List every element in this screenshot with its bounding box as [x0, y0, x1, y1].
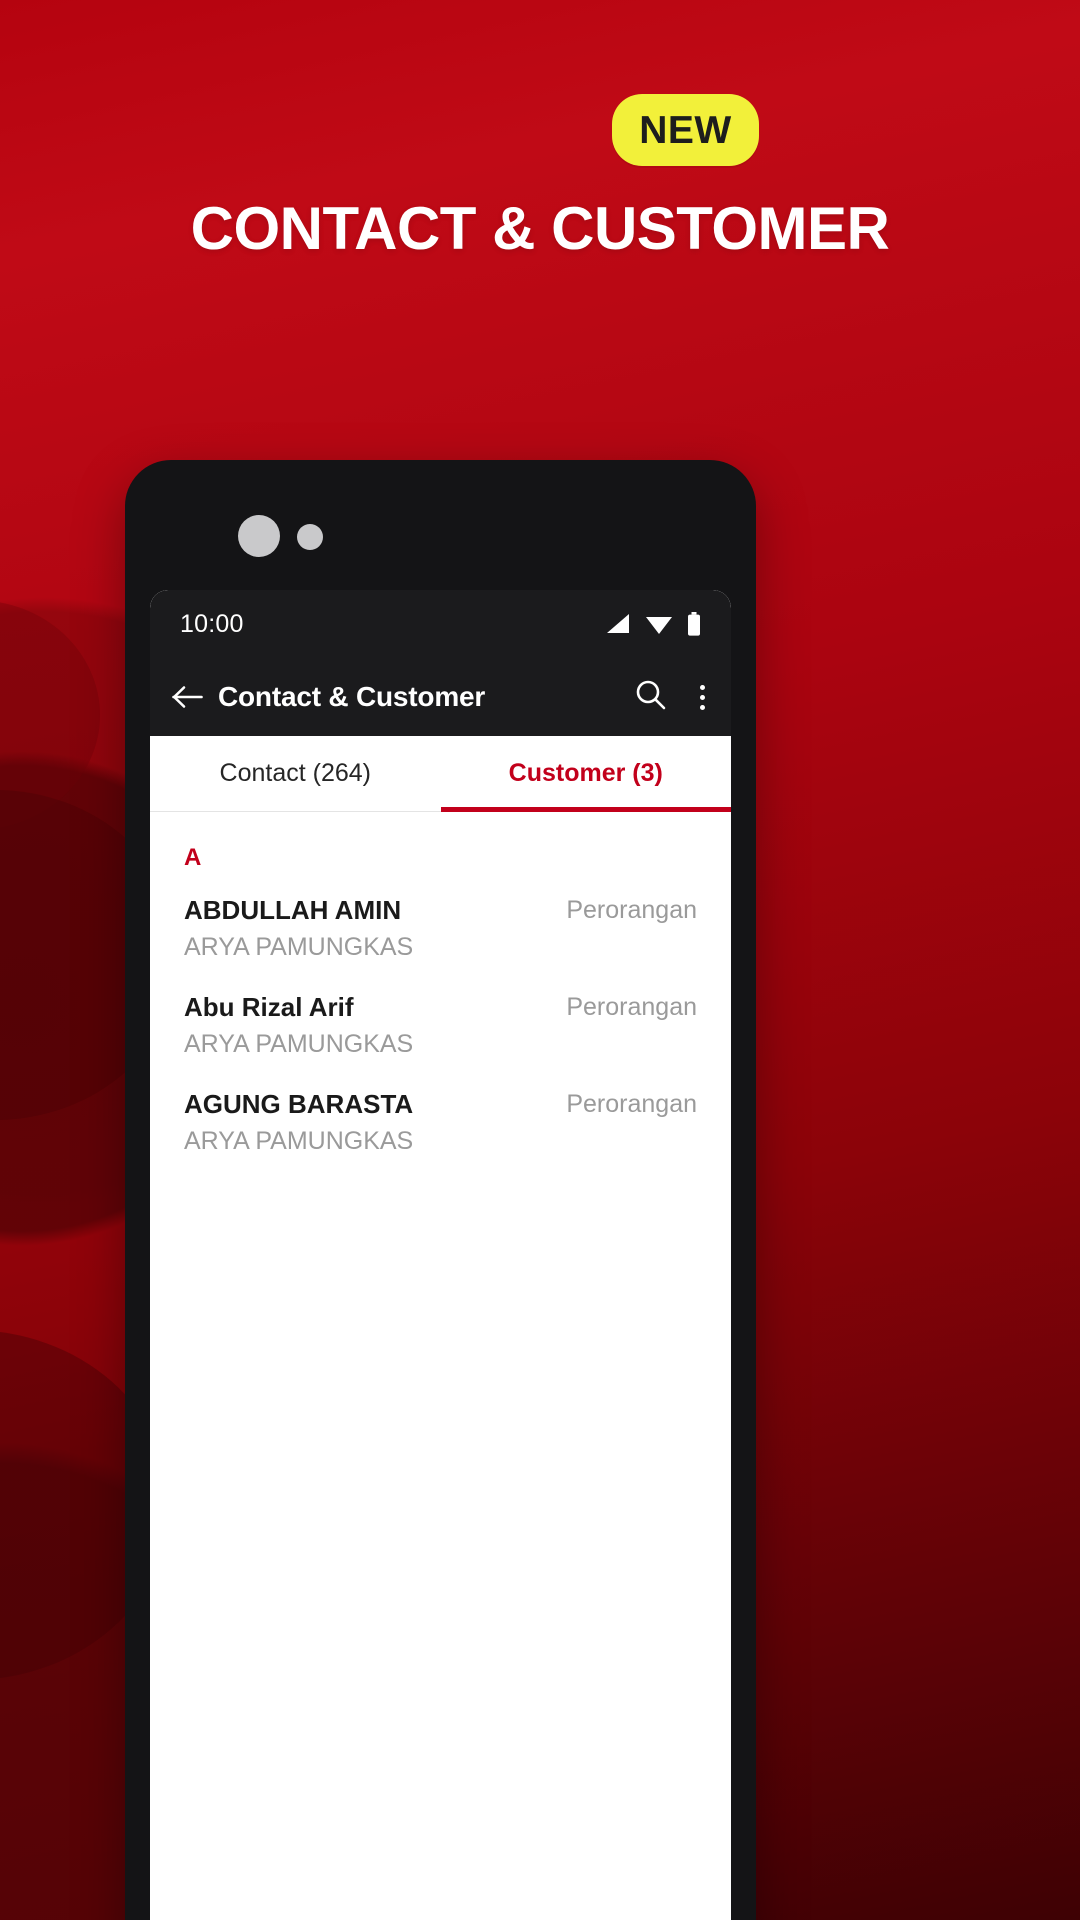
tab-contact-label: Contact (264)	[219, 759, 371, 787]
phone-screen: 10:00 Contact & Customer Contact (264) C…	[150, 590, 731, 1920]
camera-sensor-icon	[297, 524, 323, 550]
tab-bar: Contact (264) Customer (3)	[150, 736, 731, 812]
camera-lens-icon	[238, 515, 280, 557]
list-item[interactable]: AGUNG BARASTA ARYA PAMUNGKAS Perorangan	[150, 1070, 731, 1167]
tab-customer[interactable]: Customer (3)	[440, 736, 732, 812]
list-item-type: Perorangan	[566, 896, 697, 924]
signal-icon	[607, 614, 629, 633]
phone-mockup: 10:00 Contact & Customer Contact (264) C…	[125, 460, 756, 1920]
more-vertical-icon-dot2	[700, 694, 705, 700]
back-button[interactable]	[172, 684, 212, 710]
list-item-subtitle: ARYA PAMUNGKAS	[184, 932, 414, 961]
battery-icon	[688, 612, 700, 636]
background-blob-small	[0, 600, 100, 830]
list-item-text: ABDULLAH AMIN ARYA PAMUNGKAS	[184, 894, 566, 963]
more-vertical-icon	[700, 684, 705, 690]
promo-screenshot: NEW CONTACT & CUSTOMER 10:00 Contact & C…	[0, 0, 1080, 1920]
app-bar: Contact & Customer	[150, 658, 731, 736]
list-item-name: ABDULLAH AMIN	[184, 895, 402, 925]
list-item-text: AGUNG BARASTA ARYA PAMUNGKAS	[184, 1088, 566, 1157]
status-bar: 10:00	[150, 590, 731, 658]
list-item-subtitle: ARYA PAMUNGKAS	[184, 1126, 414, 1155]
app-bar-actions	[635, 679, 705, 715]
more-vertical-icon-dot3	[700, 704, 705, 710]
app-chrome: 10:00 Contact & Customer	[150, 590, 731, 736]
list-item[interactable]: Abu Rizal Arif ARYA PAMUNGKAS Perorangan	[150, 973, 731, 1070]
list-item-type: Perorangan	[566, 993, 697, 1021]
overflow-menu-button[interactable]	[700, 684, 705, 710]
search-button[interactable]	[635, 679, 666, 715]
customer-list: A ABDULLAH AMIN ARYA PAMUNGKAS Peroranga…	[150, 812, 731, 1167]
status-bar-time: 10:00	[180, 609, 244, 638]
wifi-icon	[646, 617, 672, 634]
list-item-type: Perorangan	[566, 1090, 697, 1118]
list-item-text: Abu Rizal Arif ARYA PAMUNGKAS	[184, 991, 566, 1060]
tab-customer-label: Customer (3)	[508, 759, 663, 787]
section-header-letter: A	[184, 844, 202, 871]
list-item-subtitle: ARYA PAMUNGKAS	[184, 1029, 414, 1058]
promo-headline: CONTACT & CUSTOMER	[190, 195, 890, 262]
new-badge: NEW	[612, 94, 759, 166]
search-icon	[636, 680, 666, 710]
list-item[interactable]: ABDULLAH AMIN ARYA PAMUNGKAS Perorangan	[150, 876, 731, 973]
app-bar-title: Contact & Customer	[218, 681, 486, 712]
status-bar-icons	[605, 612, 701, 636]
tab-contact[interactable]: Contact (264)	[150, 736, 441, 811]
list-item-name: AGUNG BARASTA	[184, 1089, 414, 1119]
new-badge-label: NEW	[639, 108, 732, 152]
list-item-name: Abu Rizal Arif	[184, 992, 354, 1022]
arrow-left-icon	[172, 686, 203, 708]
